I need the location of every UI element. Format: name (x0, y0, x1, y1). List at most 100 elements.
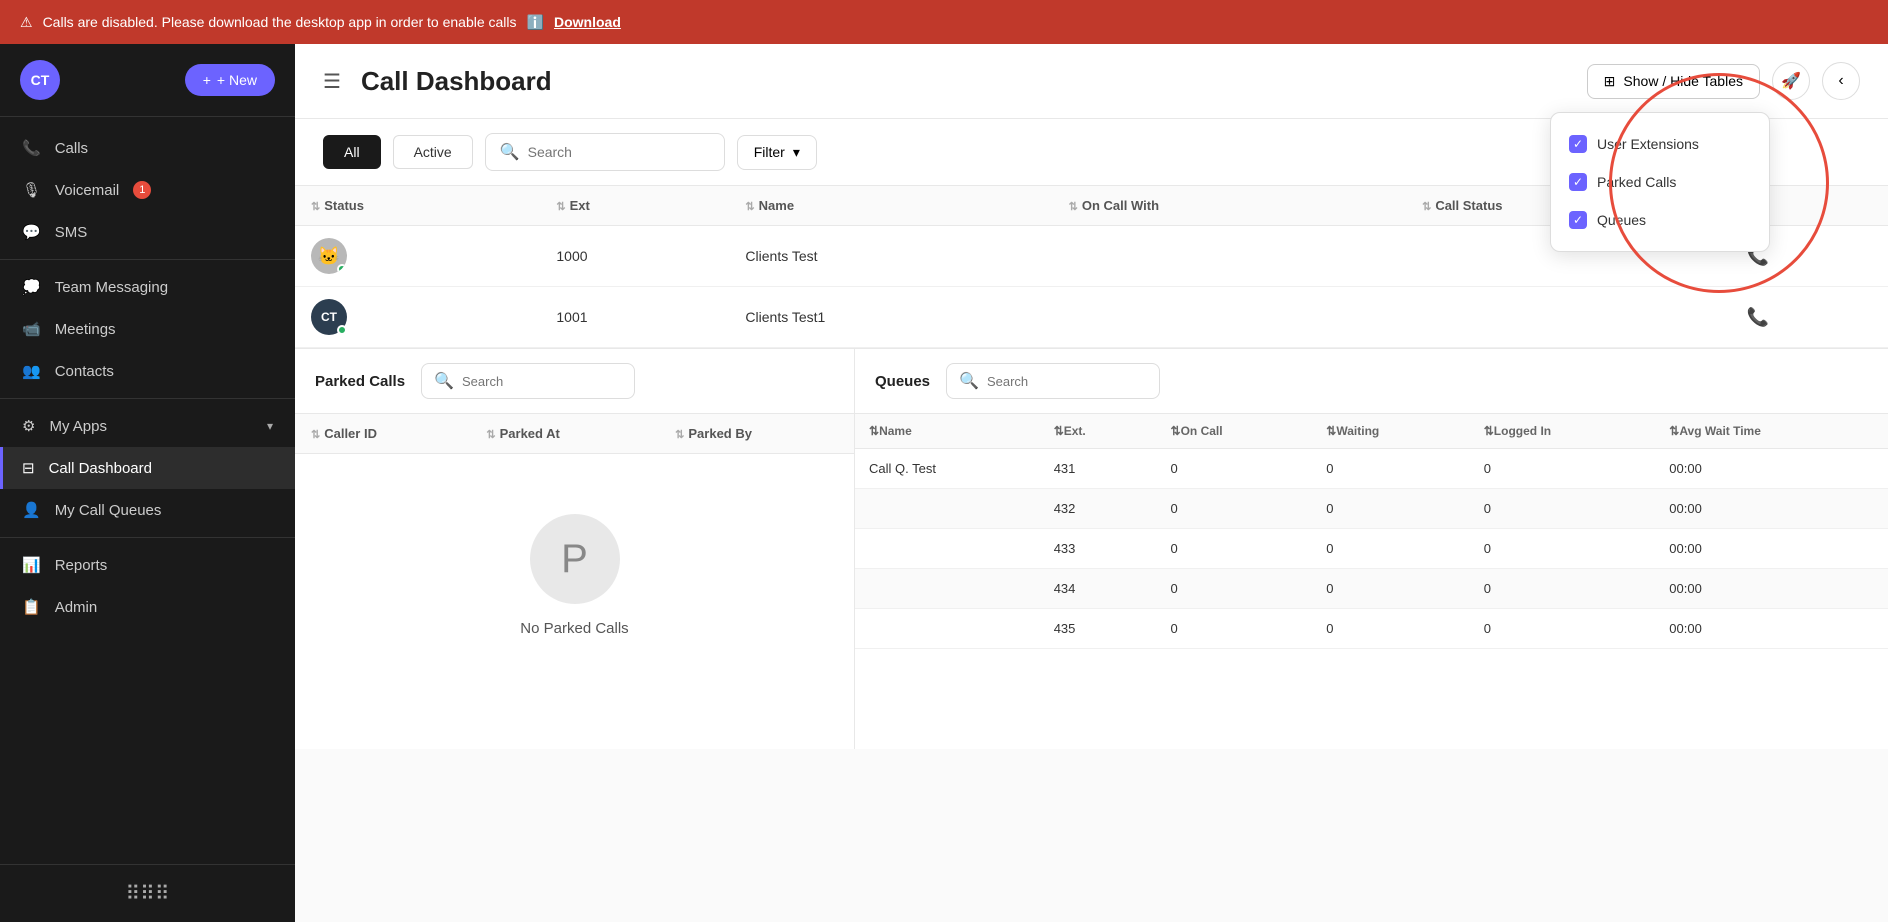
queue-ext-cell: 433 (1040, 529, 1157, 569)
on-call-with-cell (1053, 226, 1406, 287)
sidebar-footer: ⠿⠿⠿ (0, 864, 295, 922)
phone-icon[interactable]: 📞 (1747, 307, 1769, 327)
video-icon: 📹 (22, 320, 41, 338)
status-cell: 🐱 (295, 226, 540, 287)
sidebar-item-label: Calls (55, 140, 88, 157)
search-icon: 🔍 (500, 142, 520, 162)
queue-name-cell (855, 609, 1040, 649)
col-queue-ext[interactable]: ⇅Ext. (1040, 414, 1157, 449)
queue-logged-in-cell: 0 (1470, 529, 1656, 569)
page-title: Call Dashboard (361, 66, 552, 97)
filter-button[interactable]: Filter ▾ (737, 135, 817, 170)
hamburger-icon[interactable]: ☰ (323, 69, 341, 94)
parked-calls-table: ⇅Caller ID ⇅Parked At ⇅Parked By (295, 414, 854, 454)
table-row: 433 0 0 0 00:00 (855, 529, 1888, 569)
queues-search-input[interactable] (987, 374, 1147, 389)
parked-calls-header: Parked Calls 🔍 (295, 349, 854, 414)
dropdown-item-queues[interactable]: ✓ Queues (1551, 201, 1769, 239)
sidebar-item-call-dashboard[interactable]: ⊟ Call Dashboard (0, 447, 295, 489)
sidebar-item-label: My Call Queues (55, 502, 162, 519)
checkbox-parked-calls: ✓ (1569, 173, 1587, 191)
col-ext[interactable]: ⇅Ext (540, 186, 729, 226)
col-avg-wait-time[interactable]: ⇅Avg Wait Time (1655, 414, 1888, 449)
queues-header: Queues 🔍 (855, 349, 1888, 414)
sidebar-item-label: Meetings (55, 321, 116, 338)
queue-name-cell (855, 569, 1040, 609)
col-name[interactable]: ⇅Name (729, 186, 1052, 226)
sidebar-item-reports[interactable]: 📊 Reports (0, 544, 295, 586)
ext-cell: 1001 (540, 287, 729, 348)
sidebar-item-my-apps[interactable]: ⚙ My Apps ▾ (0, 405, 295, 447)
col-on-call[interactable]: ⇅On Call (1157, 414, 1313, 449)
sidebar-item-team-messaging[interactable]: 💭 Team Messaging (0, 266, 295, 308)
notification-message: Calls are disabled. Please download the … (43, 14, 517, 30)
plus-icon: + (203, 72, 211, 88)
sidebar-item-sms[interactable]: 💬 SMS (0, 211, 295, 253)
queue-waiting-cell: 0 (1312, 529, 1469, 569)
search-input[interactable] (528, 144, 710, 160)
dropdown-item-user-extensions[interactable]: ✓ User Extensions (1551, 125, 1769, 163)
queue-name-cell (855, 529, 1040, 569)
sidebar-header: CT + + New (0, 44, 295, 117)
bottom-section: Parked Calls 🔍 ⇅Caller ID ⇅Parked At ⇅Pa… (295, 349, 1888, 749)
sidebar-nav: 📞 Calls 🎙 Voicemail 1 💬 SMS 💭 Team Messa… (0, 117, 295, 864)
online-indicator (337, 325, 347, 335)
dropdown-item-label: User Extensions (1597, 136, 1699, 152)
ext-cell: 1000 (540, 226, 729, 287)
main-search-box: 🔍 (485, 133, 725, 171)
back-button[interactable]: ‹ (1822, 62, 1860, 100)
col-queue-name[interactable]: ⇅Name (855, 414, 1040, 449)
queue-ext-cell: 435 (1040, 609, 1157, 649)
rocket-icon-button[interactable]: 🚀 (1772, 62, 1810, 100)
info-icon: ℹ️ (527, 14, 544, 31)
parked-calls-search-input[interactable] (462, 374, 622, 389)
queue-ext-cell: 431 (1040, 449, 1157, 489)
queue-on-call-cell: 0 (1157, 609, 1313, 649)
dots-grid-icon[interactable]: ⠿⠿⠿ (126, 881, 170, 906)
queues-panel: Queues 🔍 ⇅Name ⇅Ext. ⇅On Call (855, 349, 1888, 749)
contacts-icon: 👥 (22, 362, 41, 380)
call-status-cell (1406, 287, 1731, 348)
sidebar-item-my-call-queues[interactable]: 👤 My Call Queues (0, 489, 295, 531)
col-status[interactable]: ⇅Status (295, 186, 540, 226)
tab-active[interactable]: Active (393, 135, 473, 169)
avatar: 🐱 (311, 238, 347, 274)
checkbox-queues: ✓ (1569, 211, 1587, 229)
phone-icon: 📞 (22, 139, 41, 157)
sidebar-item-label: My Apps (49, 418, 107, 435)
parked-calls-search-box: 🔍 (421, 363, 635, 399)
queue-avg-wait-cell: 00:00 (1655, 569, 1888, 609)
new-button[interactable]: + + New (185, 64, 275, 96)
sidebar-item-meetings[interactable]: 📹 Meetings (0, 308, 295, 350)
sidebar: CT + + New 📞 Calls 🎙 Voicemail 1 💬 SMS (0, 44, 295, 922)
queue-on-call-cell: 0 (1157, 569, 1313, 609)
col-parked-by[interactable]: ⇅Parked By (659, 414, 854, 454)
col-logged-in[interactable]: ⇅Logged In (1470, 414, 1656, 449)
col-waiting[interactable]: ⇅Waiting (1312, 414, 1469, 449)
dropdown-item-parked-calls[interactable]: ✓ Parked Calls (1551, 163, 1769, 201)
sidebar-item-label: Call Dashboard (49, 460, 152, 477)
online-indicator (337, 264, 347, 274)
header-actions: ⊞ Show / Hide Tables 🚀 ‹ ✓ User Extensio… (1587, 62, 1860, 100)
show-hide-tables-button[interactable]: ⊞ Show / Hide Tables (1587, 64, 1760, 99)
queue-on-call-cell: 0 (1157, 489, 1313, 529)
admin-icon: 📋 (22, 598, 41, 616)
download-link[interactable]: Download (554, 14, 621, 30)
tab-all[interactable]: All (323, 135, 381, 169)
queues-table: ⇅Name ⇅Ext. ⇅On Call ⇅Waiting ⇅Logged In… (855, 414, 1888, 649)
sidebar-item-calls[interactable]: 📞 Calls (0, 127, 295, 169)
reports-icon: 📊 (22, 556, 41, 574)
sidebar-item-voicemail[interactable]: 🎙 Voicemail 1 (0, 169, 295, 211)
col-on-call-with[interactable]: ⇅On Call With (1053, 186, 1406, 226)
queue-logged-in-cell: 0 (1470, 489, 1656, 529)
name-cell: Clients Test1 (729, 287, 1052, 348)
col-caller-id[interactable]: ⇅Caller ID (295, 414, 470, 454)
queue-waiting-cell: 0 (1312, 609, 1469, 649)
table-icon: ⊞ (1604, 73, 1616, 90)
queue-avg-wait-cell: 00:00 (1655, 489, 1888, 529)
sidebar-item-contacts[interactable]: 👥 Contacts (0, 350, 295, 392)
queue-avg-wait-cell: 00:00 (1655, 529, 1888, 569)
col-parked-at[interactable]: ⇅Parked At (470, 414, 659, 454)
sidebar-item-admin[interactable]: 📋 Admin (0, 586, 295, 628)
parked-calls-title: Parked Calls (315, 373, 405, 390)
